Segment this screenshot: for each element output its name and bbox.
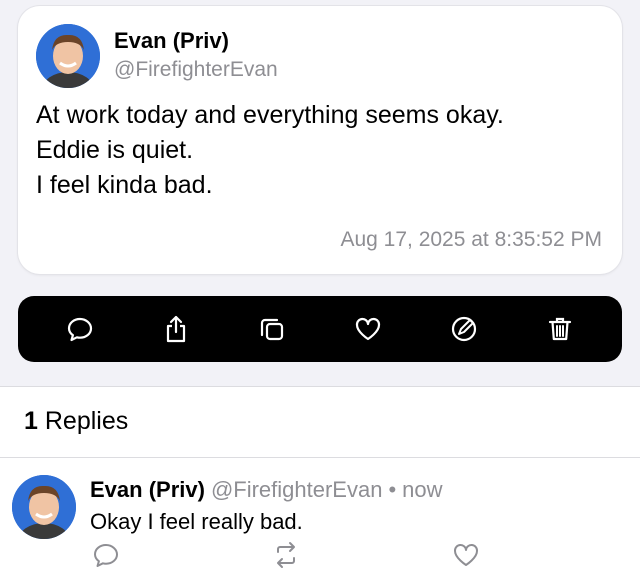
reply-repost-button[interactable] <box>272 541 300 569</box>
share-button[interactable] <box>156 309 196 349</box>
post-body: At work today and everything seems okay.… <box>36 98 606 203</box>
edit-button[interactable] <box>444 309 484 349</box>
replies-label: Replies <box>44 407 129 435</box>
action-bar <box>18 296 622 362</box>
edit-icon <box>451 316 477 342</box>
replies-count: 1 <box>24 407 38 435</box>
separator-dot: • <box>388 477 397 502</box>
reply-time: now <box>402 477 443 502</box>
delete-button[interactable] <box>540 309 580 349</box>
like-icon <box>454 544 478 566</box>
reply-actions <box>86 541 486 573</box>
like-icon <box>355 317 381 341</box>
reply-author-name: Evan (Priv) <box>90 477 205 502</box>
author-avatar[interactable] <box>36 24 100 88</box>
post-body-line: I feel kinda bad. <box>36 171 213 199</box>
post-card: Evan (Priv) @FirefighterEvan At work tod… <box>18 6 622 274</box>
replies-header: 1 Replies <box>24 407 128 436</box>
reply-author-avatar[interactable] <box>12 475 76 539</box>
repost-icon <box>277 542 295 568</box>
copy-icon <box>260 318 284 341</box>
like-button[interactable] <box>348 309 388 349</box>
copy-button[interactable] <box>252 309 292 349</box>
divider <box>0 457 640 458</box>
author-handle: @FirefighterEvan <box>114 58 278 81</box>
share-icon <box>166 315 186 343</box>
reply-icon <box>94 544 118 567</box>
post-timestamp: Aug 17, 2025 at 8:35:52 PM <box>340 228 602 251</box>
post-body-line: Eddie is quiet. <box>36 136 194 164</box>
reply-icon <box>67 317 93 342</box>
reply-button[interactable] <box>60 309 100 349</box>
reply-text: Okay I feel really bad. <box>90 509 303 534</box>
trash-icon <box>548 317 572 341</box>
reply-like-button[interactable] <box>452 541 480 569</box>
replies-section: 1 Replies Evan (Priv) @FirefighterEvan • no… <box>0 386 640 580</box>
post-body-line: At work today and everything seems okay. <box>36 101 504 129</box>
reply-reply-button[interactable] <box>92 541 120 569</box>
reply-header: Evan (Priv) @FirefighterEvan • now <box>90 477 443 503</box>
author-name: Evan (Priv) <box>114 28 229 53</box>
reply-author-handle: @FirefighterEvan <box>210 477 383 502</box>
